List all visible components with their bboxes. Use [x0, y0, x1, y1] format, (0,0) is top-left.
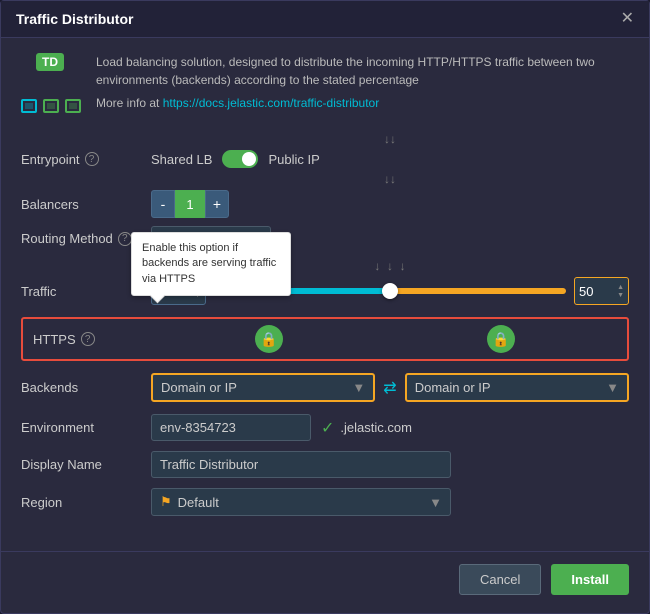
environment-suffix: ✓ .jelastic.com [321, 418, 412, 438]
app-description-text: Load balancing solution, designed to dis… [96, 53, 629, 89]
environment-label: Environment [21, 420, 151, 435]
dialog-header: Traffic Distributor ✕ [1, 1, 649, 38]
dialog-footer: Cancel Install [1, 551, 649, 607]
entrypoint-row: Entrypoint ? Shared LB Public IP [21, 150, 629, 168]
arrows-entrypoint-top: ↓↓ [151, 132, 629, 146]
region-icon: ⚑ [160, 494, 172, 510]
entrypoint-label: Entrypoint ? [21, 152, 151, 167]
environment-row: Environment ✓ .jelastic.com [21, 414, 629, 441]
backends-section: Backends Domain or IP ▼ ⇄ Domain or IP ▼ [21, 373, 629, 402]
display-name-input[interactable] [151, 451, 451, 478]
dialog-body: TD Load balancing solution, designed to … [1, 38, 649, 541]
https-lock-right[interactable]: 🔒 [487, 325, 515, 353]
backend-left-arrow: ▼ [352, 380, 365, 395]
traffic-row: Traffic 50 ▲ ▼ [21, 277, 629, 305]
backend-right-arrow: ▼ [606, 380, 619, 395]
region-dropdown[interactable]: ⚑ Default ▼ [151, 488, 451, 516]
routing-row: Routing Method ? Round Robin ▼ [21, 226, 629, 251]
app-icon: TD [21, 53, 81, 113]
backends-label: Backends [21, 380, 151, 395]
entrypoint-toggle[interactable] [222, 150, 258, 168]
entrypoint-controls: Shared LB Public IP [151, 150, 629, 168]
https-help-icon[interactable]: ? [81, 332, 95, 346]
traffic-right-input[interactable]: 50 ▲ ▼ [574, 277, 629, 305]
environment-input[interactable] [151, 414, 311, 441]
region-label: Region [21, 495, 151, 510]
backend-left-placeholder: Domain or IP [161, 380, 237, 395]
backends-controls: Domain or IP ▼ ⇄ Domain or IP ▼ [151, 373, 629, 402]
balancers-minus-button[interactable]: - [151, 190, 175, 218]
entrypoint-help-icon[interactable]: ? [85, 152, 99, 166]
more-info-prefix: More info at [96, 96, 163, 110]
balancers-value: 1 [175, 190, 205, 218]
https-label: HTTPS ? [33, 332, 153, 347]
arrows-balancers-top: ↓↓ [151, 172, 629, 186]
balancers-label: Balancers [21, 197, 151, 212]
app-description: Load balancing solution, designed to dis… [96, 53, 629, 117]
region-row: Region ⚑ Default ▼ [21, 488, 629, 516]
cancel-button[interactable]: Cancel [459, 564, 541, 595]
balancers-counter: - 1 + [151, 190, 229, 218]
env-check-icon: ✓ [321, 418, 334, 438]
backend-left-dropdown[interactable]: Domain or IP ▼ [151, 373, 375, 402]
display-name-row: Display Name [21, 451, 629, 478]
app-badge: TD [36, 53, 64, 71]
right-down-arrow[interactable]: ▼ [617, 292, 624, 299]
tooltip: Enable this option if backends are servi… [131, 232, 291, 296]
lock-right-icon: 🔒 [492, 331, 509, 348]
tooltip-text: Enable this option if backends are servi… [142, 242, 276, 285]
region-value: Default [178, 495, 219, 510]
close-button[interactable]: ✕ [621, 11, 634, 27]
diagram-box-3 [65, 99, 81, 113]
app-diagram [21, 99, 81, 113]
right-spin-arrows[interactable]: ▲ ▼ [617, 284, 624, 299]
more-info-link[interactable]: https://docs.jelastic.com/traffic-distri… [163, 96, 380, 110]
app-info: TD Load balancing solution, designed to … [21, 53, 629, 117]
traffic-right-value: 50 [579, 284, 593, 299]
traffic-section: Enable this option if backends are servi… [21, 277, 629, 305]
balancers-controls: - 1 + [151, 190, 629, 218]
balancers-row: Balancers - 1 + [21, 190, 629, 218]
https-section: HTTPS ? 🔒 🔒 [21, 317, 629, 361]
diagram-box-2 [43, 99, 59, 113]
diagram-box-1 [21, 99, 37, 113]
app-more-info: More info at https://docs.jelastic.com/t… [96, 94, 629, 112]
dialog-title: Traffic Distributor [16, 11, 133, 27]
install-button[interactable]: Install [551, 564, 629, 595]
slider-thumb[interactable] [382, 283, 398, 299]
right-up-arrow[interactable]: ▲ [617, 284, 624, 291]
balancers-plus-button[interactable]: + [205, 190, 229, 218]
lock-left-icon: 🔒 [260, 331, 277, 348]
shared-lb-label: Shared LB [151, 152, 212, 167]
traffic-distributor-dialog: Traffic Distributor ✕ TD Load balancing … [0, 0, 650, 614]
backend-right-placeholder: Domain or IP [415, 380, 491, 395]
https-lock-left[interactable]: 🔒 [255, 325, 283, 353]
public-ip-label: Public IP [268, 152, 319, 167]
region-arrow: ▼ [429, 495, 442, 510]
https-icons-area: 🔒 🔒 [153, 325, 617, 353]
backend-right-dropdown[interactable]: Domain or IP ▼ [405, 373, 629, 402]
swap-icon[interactable]: ⇄ [383, 378, 396, 398]
env-suffix-text: .jelastic.com [340, 420, 412, 435]
display-name-label: Display Name [21, 457, 151, 472]
routing-help-icon[interactable]: ? [118, 232, 132, 246]
